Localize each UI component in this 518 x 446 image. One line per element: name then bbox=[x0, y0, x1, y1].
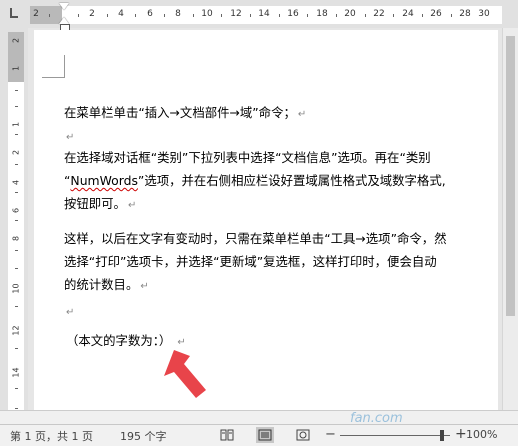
ruler-tick: 18 bbox=[316, 9, 328, 19]
ruler-tick: 14 bbox=[258, 9, 270, 19]
ruler-tick: 2 bbox=[33, 9, 39, 19]
ruler-tick: 24 bbox=[402, 9, 414, 19]
horizontal-ruler[interactable]: 2 2 4 6 8 10 12 14 16 18 20 22 24 26 28 … bbox=[0, 0, 518, 31]
document-page[interactable]: 在菜单栏单击“插入→文档部件→域”命令； ↵ ↵ 在选择域对话框“类别”下拉列表中… bbox=[34, 30, 498, 410]
ruler-tick: 8 bbox=[175, 9, 181, 19]
paragraph[interactable]: 在选择域对话框“类别”下拉列表中选择“文档信息”选项。再在“类别 “NumWor… bbox=[64, 146, 446, 217]
tab-stop-selector-icon[interactable] bbox=[8, 8, 19, 19]
vertical-scrollbar[interactable] bbox=[502, 28, 518, 424]
paragraph[interactable]: 在菜单栏单击“插入→文档部件→域”命令； ↵ bbox=[64, 101, 306, 126]
paragraph-mark: ↵ bbox=[127, 200, 137, 211]
ruler-tick: 22 bbox=[373, 9, 385, 19]
ruler-tick: 2 bbox=[89, 9, 95, 19]
ruler-tick: 10 bbox=[11, 283, 21, 294]
ruler-tick: 26 bbox=[430, 9, 442, 19]
ruler-tick: 14 bbox=[11, 367, 21, 378]
paragraph-mark: ↵ bbox=[66, 307, 75, 318]
status-bar: 第 1 页，共 1 页 195 个字 − + 100% bbox=[0, 424, 518, 446]
web-layout-icon[interactable] bbox=[296, 429, 310, 441]
ruler-tick: 1 bbox=[11, 65, 21, 72]
ruler-tick: 1 bbox=[11, 121, 21, 128]
paragraph-mark: ↵ bbox=[140, 281, 149, 292]
ruler-tick: 6 bbox=[147, 9, 153, 19]
paragraph-mark: ↵ bbox=[297, 109, 307, 120]
ruler-tick: 16 bbox=[287, 9, 299, 19]
annotation-arrow-icon bbox=[164, 350, 206, 398]
margin-corner-mark bbox=[42, 55, 65, 78]
ruler-tick: 4 bbox=[11, 179, 21, 186]
paragraph[interactable]: 这样，以后在文字有变动时，只需在菜单栏单击“工具→选项”命令，然 选择“打印”选… bbox=[64, 227, 447, 298]
zoom-slider[interactable] bbox=[340, 435, 450, 436]
ruler-tick: 2 bbox=[11, 37, 21, 44]
spellcheck-word[interactable]: NumWords bbox=[70, 173, 138, 188]
ruler-tick: 4 bbox=[118, 9, 124, 19]
horizontal-scrollbar[interactable] bbox=[0, 410, 518, 425]
zoom-in-button[interactable]: + bbox=[455, 426, 467, 442]
ruler-tick: 2 bbox=[11, 149, 21, 156]
ruler-tick: 20 bbox=[344, 9, 356, 19]
page-count[interactable]: 第 1 页，共 1 页 bbox=[10, 428, 93, 444]
ruler-tick: 12 bbox=[11, 325, 21, 336]
vertical-ruler[interactable]: 2 1 1 2 4 6 8 10 12 14 bbox=[0, 28, 28, 424]
ruler-tick: 8 bbox=[11, 235, 21, 242]
ruler-tick: 10 bbox=[201, 9, 213, 19]
ruler-tick: 12 bbox=[230, 9, 242, 19]
zoom-out-button[interactable]: − bbox=[325, 427, 336, 442]
print-layout-icon[interactable] bbox=[256, 427, 274, 443]
hanging-indent-marker[interactable] bbox=[59, 17, 69, 24]
ruler-tick: 30 bbox=[478, 9, 490, 19]
first-line-indent-marker[interactable] bbox=[59, 3, 69, 10]
read-mode-icon[interactable] bbox=[220, 429, 234, 441]
scrollbar-thumb[interactable] bbox=[506, 36, 515, 316]
zoom-slider-handle[interactable] bbox=[440, 430, 444, 441]
paragraph-mark: ↵ bbox=[66, 132, 75, 143]
word-count[interactable]: 195 个字 bbox=[120, 428, 167, 444]
empty-paragraph[interactable]: ↵ bbox=[64, 299, 74, 324]
ruler-tick: 28 bbox=[459, 9, 471, 19]
ruler-tick: 6 bbox=[11, 207, 21, 214]
zoom-level[interactable]: 100% bbox=[466, 428, 497, 441]
